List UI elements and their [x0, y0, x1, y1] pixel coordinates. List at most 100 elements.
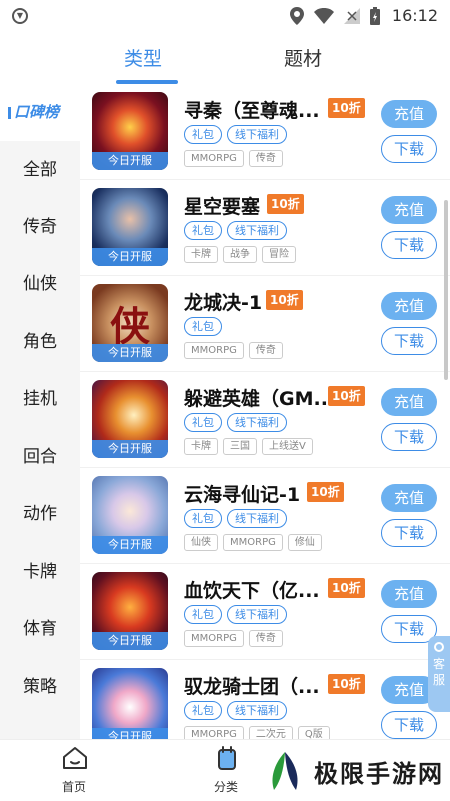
- feature-tags: 礼包: [184, 317, 222, 336]
- nav-home[interactable]: 首页: [34, 740, 114, 801]
- recharge-button[interactable]: 充值: [381, 196, 437, 224]
- download-button[interactable]: 下载: [381, 519, 437, 547]
- tag-offline-benefit: 线下福利: [227, 701, 287, 720]
- tag-gift: 礼包: [184, 605, 222, 624]
- tab-type[interactable]: 类型: [124, 44, 162, 71]
- nav-category[interactable]: 分类: [186, 740, 266, 801]
- game-title: 血饮天下（亿...: [184, 580, 320, 602]
- game-card[interactable]: 今日开服 星空要塞 10折 礼包 线下福利 卡牌 战争 冒险 充值 下载: [80, 180, 450, 276]
- tag-gift: 礼包: [184, 701, 222, 720]
- scrollbar[interactable]: [444, 200, 448, 380]
- feature-tags: 礼包 线下福利: [184, 221, 287, 240]
- game-title: 星空要塞: [184, 196, 261, 218]
- nav-home-label: 首页: [61, 780, 86, 794]
- open-today-badge: 今日开服: [92, 632, 168, 650]
- game-title: 躲避英雄（GM...: [184, 388, 336, 410]
- category-sidebar: 口碑榜 全部 传奇 仙侠 角色 挂机 回合 动作 卡牌 体育 策略: [0, 84, 80, 739]
- customer-service-button[interactable]: 客服: [428, 636, 450, 712]
- game-icon[interactable]: 今日开服: [92, 380, 168, 458]
- tag-offline-benefit: 线下福利: [227, 413, 287, 432]
- tab-theme[interactable]: 题材: [284, 44, 322, 71]
- feature-tags: 礼包 线下福利: [184, 701, 287, 720]
- game-title: 云海寻仙记-1: [184, 484, 301, 506]
- download-button[interactable]: 下载: [381, 711, 437, 739]
- recharge-button[interactable]: 充值: [381, 292, 437, 320]
- feature-tags: 礼包 线下福利: [184, 605, 287, 624]
- game-icon[interactable]: 今日开服: [92, 572, 168, 650]
- download-button[interactable]: 下载: [381, 327, 437, 355]
- sidebar-item-all[interactable]: 全部: [0, 142, 80, 199]
- discount-badge: 10折: [328, 674, 365, 694]
- open-today-badge: 今日开服: [92, 728, 168, 739]
- tag-gift: 礼包: [184, 317, 222, 336]
- genre-tag: 传奇: [248, 342, 283, 359]
- sidebar-item-idle[interactable]: 挂机: [0, 371, 80, 428]
- game-card[interactable]: 今日开服 寻秦（至尊魂... 10折 礼包 线下福利 MMORPG 传奇 充值 …: [80, 84, 450, 180]
- genre-tag: MMORPG: [184, 726, 244, 739]
- genre-tag: 传奇: [248, 150, 283, 167]
- open-today-badge: 今日开服: [92, 440, 168, 458]
- tag-gift: 礼包: [184, 125, 222, 144]
- game-card[interactable]: 今日开服 驭龙骑士团（... 10折 礼包 线下福利 MMORPG 二次元 Q版…: [80, 660, 450, 739]
- genre-tags: 仙侠 MMORPG 修仙: [184, 534, 322, 551]
- watermark: 极限手游网: [262, 748, 444, 794]
- recharge-button[interactable]: 充值: [381, 484, 437, 512]
- sidebar-item-legend[interactable]: 传奇: [0, 199, 80, 256]
- game-list: 今日开服 寻秦（至尊魂... 10折 礼包 线下福利 MMORPG 传奇 充值 …: [80, 84, 450, 739]
- sidebar-item-xianxia[interactable]: 仙侠: [0, 256, 80, 313]
- open-today-badge: 今日开服: [92, 344, 168, 362]
- genre-tag: 三国: [223, 438, 257, 455]
- genre-tag: 卡牌: [184, 438, 218, 455]
- tag-offline-benefit: 线下福利: [227, 509, 287, 528]
- discount-badge: 10折: [328, 578, 365, 598]
- game-title: 寻秦（至尊魂...: [184, 100, 320, 122]
- genre-tag: 战争: [223, 246, 257, 263]
- download-button[interactable]: 下载: [381, 135, 437, 163]
- tag-offline-benefit: 线下福利: [227, 221, 287, 240]
- discount-badge: 10折: [267, 194, 304, 214]
- download-button[interactable]: 下载: [381, 231, 437, 259]
- signal-icon: [344, 8, 360, 24]
- sidebar-item-reputation[interactable]: 口碑榜: [0, 84, 80, 141]
- sidebar-item-card[interactable]: 卡牌: [0, 544, 80, 601]
- game-icon[interactable]: 侠 今日开服: [92, 284, 168, 362]
- game-title: 驭龙骑士团（...: [184, 676, 320, 698]
- game-icon[interactable]: 今日开服: [92, 188, 168, 266]
- watermark-logo: [262, 748, 308, 794]
- game-title: 龙城决-1: [184, 292, 263, 314]
- genre-tag: 仙侠: [184, 534, 218, 551]
- discount-badge: 10折: [266, 290, 303, 310]
- status-icons: [290, 7, 380, 25]
- game-card[interactable]: 侠 今日开服 龙城决-1 10折 礼包 MMORPG 传奇 充值 下载: [80, 276, 450, 372]
- recharge-button[interactable]: 充值: [381, 100, 437, 128]
- game-card[interactable]: 今日开服 血饮天下（亿... 10折 礼包 线下福利 MMORPG 传奇 充值 …: [80, 564, 450, 660]
- sidebar-item-strategy[interactable]: 策略: [0, 659, 80, 716]
- sidebar-item-action[interactable]: 动作: [0, 486, 80, 543]
- recharge-button[interactable]: 充值: [381, 580, 437, 608]
- game-card[interactable]: 今日开服 云海寻仙记-1 10折 礼包 线下福利 仙侠 MMORPG 修仙 充值…: [80, 468, 450, 564]
- battery-icon: [370, 7, 380, 25]
- genre-tags: 卡牌 三国 上线送V: [184, 438, 313, 455]
- recharge-button[interactable]: 充值: [381, 388, 437, 416]
- game-icon[interactable]: 今日开服: [92, 476, 168, 554]
- sidebar-item-turn-based[interactable]: 回合: [0, 429, 80, 486]
- game-icon[interactable]: 今日开服: [92, 92, 168, 170]
- genre-tags: MMORPG 传奇: [184, 150, 283, 167]
- status-bar: ▼ 16:12: [0, 0, 450, 32]
- customer-service-label: 客服: [432, 657, 445, 687]
- leaf-logo-icon: [272, 752, 298, 790]
- tag-gift: 礼包: [184, 509, 222, 528]
- status-time: 16:12: [391, 6, 438, 25]
- active-indicator: [8, 106, 11, 119]
- feature-tags: 礼包 线下福利: [184, 125, 287, 144]
- discount-badge: 10折: [328, 386, 365, 406]
- game-icon[interactable]: 今日开服: [92, 668, 168, 739]
- home-icon: [63, 747, 87, 769]
- game-card[interactable]: 今日开服 躲避英雄（GM... 10折 礼包 线下福利 卡牌 三国 上线送V 充…: [80, 372, 450, 468]
- sidebar-item-sports[interactable]: 体育: [0, 601, 80, 658]
- genre-tag: MMORPG: [223, 534, 283, 551]
- genre-tag: 冒险: [262, 246, 296, 263]
- sidebar-item-rpg[interactable]: 角色: [0, 314, 80, 371]
- download-button[interactable]: 下载: [381, 423, 437, 451]
- category-icon: [218, 746, 236, 770]
